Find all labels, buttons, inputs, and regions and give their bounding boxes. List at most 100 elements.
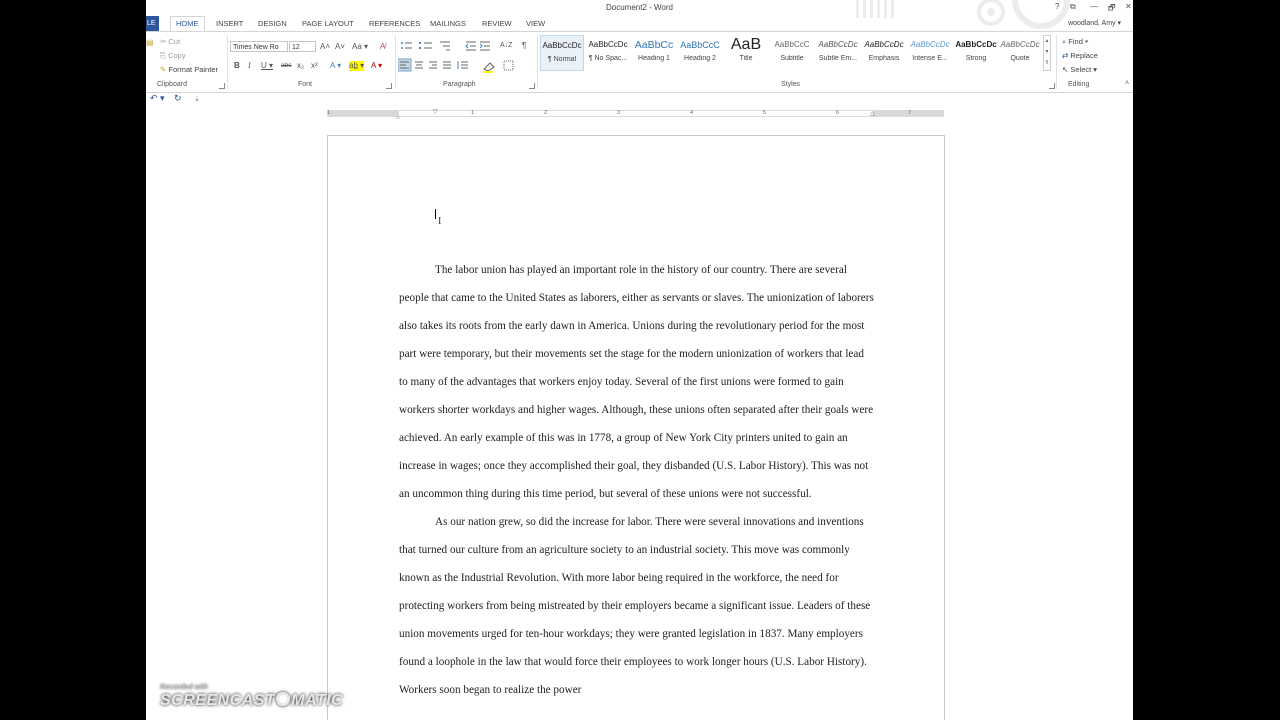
ruler-tick: 7 xyxy=(908,110,912,116)
tab-references[interactable]: REFERENCES xyxy=(369,19,420,28)
copy-button[interactable]: ⎘ Copy xyxy=(160,51,186,61)
style-preview: AaBbCc xyxy=(634,39,674,51)
ribbon-display-icon[interactable]: ⧉ xyxy=(1070,2,1076,12)
line-spacing-icon[interactable] xyxy=(457,61,468,69)
style-emphasis[interactable]: AaBbCcDc Emphasis xyxy=(862,35,906,71)
format-painter-label: Format Painter xyxy=(168,65,218,74)
first-line-indent-marker[interactable]: ▽ xyxy=(433,108,438,115)
style-subtle-emphasis[interactable]: AaBbCcDc Subtle Em... xyxy=(816,35,860,71)
style-name: Title xyxy=(739,55,753,62)
ruler-tick: 1 xyxy=(327,110,331,116)
multilevel-list-icon[interactable] xyxy=(440,41,450,51)
restore-button[interactable]: 🗗 xyxy=(1108,2,1116,16)
bullets-icon[interactable] xyxy=(401,42,412,49)
font-launcher-icon[interactable] xyxy=(386,83,392,89)
cut-button[interactable]: ✂ Cut xyxy=(160,37,180,46)
style-preview: AaBbCcDc xyxy=(588,40,628,49)
style-subtitle[interactable]: AaBbCcC Subtitle xyxy=(770,35,814,71)
right-indent-marker[interactable]: △ xyxy=(870,110,875,117)
style-preview: AaBbCcDc xyxy=(910,40,950,49)
help-icon[interactable]: ? xyxy=(1055,2,1059,11)
align-left-icon[interactable] xyxy=(398,58,412,72)
ruler-tick: 3 xyxy=(617,110,621,116)
paste-icon[interactable]: ▤ xyxy=(146,38,154,48)
text-effects-icon[interactable]: A ▾ xyxy=(330,61,341,71)
format-painter-button[interactable]: ✎ Format Painter xyxy=(160,65,218,74)
style-intense-emphasis[interactable]: AaBbCcDc Intense E... xyxy=(908,35,952,71)
change-case-icon[interactable]: Aa ▾ xyxy=(352,42,368,52)
tab-insert[interactable]: INSERT xyxy=(216,19,243,28)
clear-formatting-icon[interactable]: A̸ xyxy=(380,42,385,52)
shading-icon[interactable] xyxy=(483,62,495,73)
close-button[interactable]: ✕ xyxy=(1125,2,1132,11)
tab-home[interactable]: HOME xyxy=(170,16,205,31)
left-indent-marker[interactable]: ⌂ xyxy=(396,115,400,121)
customize-qat-icon[interactable]: ⇣ xyxy=(194,95,200,103)
bold-icon[interactable]: B xyxy=(234,61,240,71)
style-name: Heading 1 xyxy=(638,55,670,62)
tab-mailings[interactable]: MAILINGS xyxy=(430,19,466,28)
style-name: ¶ No Spac... xyxy=(588,55,628,62)
replace-button[interactable]: ⇄ Replace xyxy=(1062,51,1098,60)
ruler-left-margin xyxy=(328,111,399,116)
clipboard-launcher-icon[interactable] xyxy=(219,83,225,89)
tab-design[interactable]: DESIGN xyxy=(258,19,287,28)
style-title[interactable]: AaB Title xyxy=(724,35,768,71)
document-body[interactable]: The labor union has played an important … xyxy=(399,256,874,704)
style-name: ¶ Normal xyxy=(547,56,577,63)
italic-icon[interactable]: I xyxy=(248,61,251,71)
collapse-ribbon-icon[interactable]: ˄ xyxy=(1125,79,1129,89)
select-button[interactable]: ↖ Select ▾ xyxy=(1062,65,1097,74)
tab-view[interactable]: VIEW xyxy=(526,19,545,28)
tab-page-layout[interactable]: PAGE LAYOUT xyxy=(302,19,354,28)
justify-icon[interactable] xyxy=(443,61,451,69)
undo-icon[interactable]: ↶ ▾ xyxy=(150,93,165,104)
logo-text-left: SCREENCAST xyxy=(160,692,276,709)
style-strong[interactable]: AaBbCcDc Strong xyxy=(954,35,998,71)
paragraph[interactable]: As our nation grew, so did the increase … xyxy=(399,508,874,704)
style-name: Quote xyxy=(1010,55,1030,62)
decrease-indent-icon[interactable] xyxy=(465,41,476,51)
show-marks-icon[interactable]: ¶ xyxy=(522,41,526,51)
borders-icon[interactable] xyxy=(503,60,514,71)
find-button[interactable]: ⌕ Find ▾ xyxy=(1062,37,1088,47)
tab-review[interactable]: REVIEW xyxy=(482,19,512,28)
highlight-icon[interactable]: ab̲ ▾ xyxy=(349,61,365,71)
tab-file[interactable]: LE xyxy=(146,16,159,31)
font-color-icon[interactable]: A ▾ xyxy=(371,61,382,71)
style-normal[interactable]: AaBbCcDc ¶ Normal xyxy=(540,35,584,71)
style-heading-1[interactable]: AaBbCc Heading 1 xyxy=(632,35,676,71)
grow-font-icon[interactable]: A˄ xyxy=(320,42,330,52)
title-bar: Document2 - Word ? ⧉ — 🗗 ✕ xyxy=(146,0,1133,29)
subscript-icon[interactable]: x₂ xyxy=(297,61,304,71)
redo-icon[interactable]: ↻ xyxy=(174,93,182,104)
font-name-box[interactable]: Times New Ro xyxy=(230,41,288,52)
style-no-spacing[interactable]: AaBbCcDc ¶ No Spac... xyxy=(586,35,630,71)
font-size-box[interactable]: 12 xyxy=(289,41,316,52)
style-heading-2[interactable]: AaBbCcC Heading 2 xyxy=(678,35,722,71)
underline-icon[interactable]: U ▾ xyxy=(261,61,273,71)
paragraph[interactable]: The labor union has played an important … xyxy=(399,256,874,508)
numbering-icon[interactable] xyxy=(419,42,432,49)
align-right-icon[interactable] xyxy=(429,61,437,69)
divider xyxy=(227,35,228,89)
style-preview: AaBbCcC xyxy=(774,40,810,49)
paragraph-group-label: Paragraph xyxy=(443,81,476,88)
style-quote[interactable]: AaBbCcDc Quote xyxy=(998,35,1042,71)
horizontal-ruler[interactable]: 1 1 2 3 4 5 6 7 ⌂ ▽ △ xyxy=(327,108,944,121)
styles-scroll[interactable]: ▲ ▼ ⊽ xyxy=(1043,35,1051,71)
paragraph-launcher-icon[interactable] xyxy=(529,83,535,89)
align-center-icon[interactable] xyxy=(415,61,423,69)
find-label: Find ▾ xyxy=(1068,37,1089,46)
sort-icon[interactable]: A↓Z xyxy=(500,41,512,51)
shrink-font-icon[interactable]: A˅ xyxy=(335,42,345,52)
user-account[interactable]: woodland, Amy ▾ xyxy=(1068,19,1121,27)
superscript-icon[interactable]: x² xyxy=(311,61,318,71)
styles-launcher-icon[interactable] xyxy=(1049,83,1055,89)
minimize-button[interactable]: — xyxy=(1090,2,1098,11)
strikethrough-icon[interactable]: abc xyxy=(281,61,291,71)
font-group-label: Font xyxy=(298,81,313,88)
style-name: Strong xyxy=(965,55,987,62)
increase-indent-icon[interactable] xyxy=(479,41,490,51)
clipboard-group-label: Clipboard xyxy=(157,81,187,88)
